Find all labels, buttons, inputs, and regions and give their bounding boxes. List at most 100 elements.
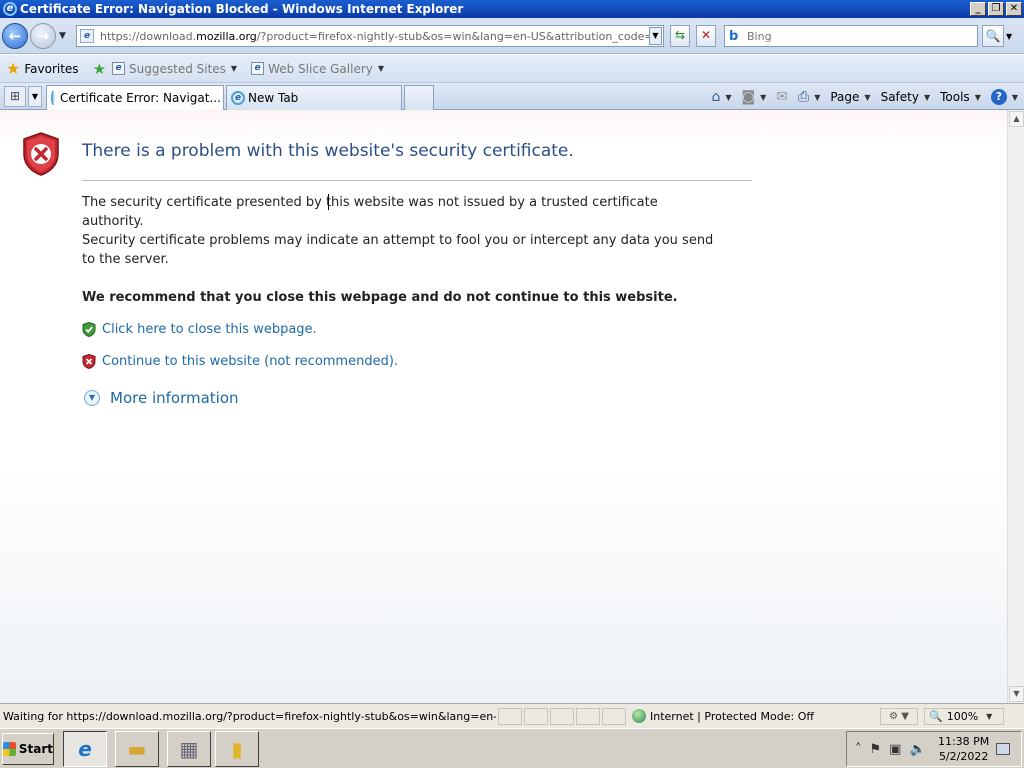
- recent-pages-dropdown-icon[interactable]: ▼: [59, 31, 66, 41]
- text-cursor: [328, 194, 329, 210]
- chevron-down-icon: ▼: [377, 64, 385, 73]
- close-tab-icon[interactable]: ✕: [221, 91, 223, 106]
- chevron-down-icon: ▼: [864, 92, 871, 102]
- favorites-bar: ★ Favorites ★ e Suggested Sites ▼ e Web …: [0, 55, 1024, 83]
- vertical-scrollbar[interactable]: ▲ ▼: [1007, 110, 1024, 703]
- network-icon[interactable]: ▣: [889, 742, 901, 757]
- zoom-icon: 🔍: [929, 709, 943, 723]
- feeds-button[interactable]: ◙ ▼: [742, 89, 767, 105]
- chevron-down-icon: ▼: [986, 711, 993, 721]
- bing-icon: b: [729, 28, 739, 44]
- chevron-down-icon: ▼: [814, 92, 821, 102]
- ie-tab-icon: e: [231, 91, 245, 105]
- page-icon: e: [80, 29, 94, 43]
- chevron-down-icon: ▼: [923, 92, 931, 102]
- error-shield-icon: [23, 132, 59, 176]
- web-slice-gallery-button[interactable]: e Web Slice Gallery ▼: [251, 62, 384, 76]
- status-pane: [498, 707, 522, 725]
- close-window-button[interactable]: ✕: [1006, 2, 1022, 16]
- taskbar-internet-explorer[interactable]: e: [63, 731, 107, 767]
- new-tab-button[interactable]: [404, 85, 434, 110]
- show-hidden-icons-icon[interactable]: ˄: [855, 742, 862, 757]
- chevron-down-icon: ▼: [974, 92, 981, 102]
- tab-new-tab[interactable]: e New Tab: [226, 85, 402, 110]
- minimize-button[interactable]: _: [970, 2, 986, 16]
- help-menu[interactable]: ? ▼: [990, 89, 1018, 105]
- printer-icon: ⎙: [798, 89, 810, 105]
- page-content: There is a problem with this website's s…: [0, 110, 1007, 703]
- status-text: Waiting for https://download.mozilla.org…: [3, 709, 496, 723]
- rss-icon: ◙: [741, 89, 756, 105]
- home-button[interactable]: ⌂ ▼: [711, 89, 731, 105]
- continue-website-link[interactable]: Continue to this website (not recommende…: [82, 354, 398, 369]
- show-desktop-icon[interactable]: [995, 743, 1010, 755]
- clock[interactable]: 11:38 PM 5/2/2022: [936, 734, 992, 764]
- search-options-dropdown-icon[interactable]: ▼: [1006, 32, 1012, 41]
- scroll-up-icon[interactable]: ▲: [1009, 111, 1024, 127]
- status-pane: [576, 707, 600, 725]
- back-button[interactable]: ←: [2, 23, 28, 49]
- server-manager-icon: ▦: [179, 737, 199, 761]
- scroll-down-icon[interactable]: ▼: [1009, 686, 1024, 702]
- mail-icon: ✉: [776, 89, 788, 105]
- search-box[interactable]: b: [724, 25, 978, 47]
- chevron-down-icon: ▼: [725, 92, 732, 102]
- loading-icon: [51, 91, 55, 105]
- add-to-favorites-bar-icon[interactable]: ★: [93, 60, 106, 78]
- window-title: Certificate Error: Navigation Blocked - …: [20, 2, 464, 16]
- system-tray: ˄ ⚑ ▣ 🔈 11:38 PM 5/2/2022: [846, 731, 1022, 767]
- print-button[interactable]: ⎙ ▼: [798, 89, 820, 105]
- protected-mode-icon[interactable]: ⚙ ▼: [880, 707, 918, 725]
- search-input[interactable]: [747, 29, 947, 43]
- forward-button[interactable]: →: [30, 23, 56, 49]
- zoom-control[interactable]: 🔍 100% ▼: [924, 707, 1004, 725]
- taskbar-file-explorer[interactable]: ▬: [115, 731, 159, 767]
- windows-logo-icon: [3, 742, 16, 756]
- red-shield-icon: [82, 354, 96, 369]
- more-information-toggle[interactable]: ▼ More information: [84, 389, 239, 407]
- folder-icon: ▬: [127, 737, 147, 761]
- safety-menu[interactable]: Safety ▼: [881, 90, 931, 104]
- explanation-text: The security certificate presented by th…: [82, 195, 658, 229]
- stop-button[interactable]: ✕: [696, 25, 716, 47]
- favorites-button[interactable]: ★ Favorites: [6, 59, 79, 78]
- taskbar-server-manager[interactable]: ▦: [167, 731, 211, 767]
- tab-list-dropdown-icon[interactable]: ▼: [28, 86, 42, 107]
- suggested-sites-button[interactable]: e Suggested Sites ▼: [112, 62, 237, 76]
- suggested-sites-icon: e: [112, 62, 126, 75]
- security-zone[interactable]: Internet | Protected Mode: Off: [632, 709, 880, 723]
- divider: [82, 180, 752, 181]
- green-shield-icon: [82, 322, 96, 337]
- address-url[interactable]: https://download.mozilla.org/?product=fi…: [100, 30, 649, 43]
- start-button[interactable]: Start: [2, 733, 54, 765]
- search-go-button[interactable]: 🔍: [982, 25, 1004, 47]
- chevron-down-icon: ▼: [1011, 92, 1018, 102]
- internet-explorer-icon: e: [78, 737, 92, 761]
- address-toolbar: ← → ▼ e https://download.mozilla.org/?pr…: [0, 18, 1024, 54]
- expand-chevron-icon: ▼: [84, 390, 100, 406]
- recommendation-text: We recommend that you close this webpage…: [82, 290, 678, 305]
- ie-window: e Certificate Error: Navigation Blocked …: [0, 0, 1024, 728]
- taskbar-app[interactable]: ▮: [215, 731, 259, 767]
- page-title: There is a problem with this website's s…: [82, 141, 574, 161]
- read-mail-button[interactable]: ✉: [776, 89, 788, 105]
- close-webpage-link[interactable]: Click here to close this webpage.: [82, 322, 317, 337]
- tab-certificate-error[interactable]: Certificate Error: Navigat... ✕: [46, 85, 224, 110]
- action-center-flag-icon[interactable]: ⚑: [870, 742, 882, 757]
- page-menu[interactable]: Page ▼: [830, 90, 870, 104]
- favorites-star-icon: ★: [6, 59, 21, 78]
- home-icon: ⌂: [711, 89, 721, 105]
- refresh-button[interactable]: ⇆: [670, 25, 690, 47]
- tab-bar: ⊞ ▼ Certificate Error: Navigat... ✕ e Ne…: [0, 83, 1024, 110]
- chevron-down-icon: ▼: [230, 64, 238, 73]
- risk-text: Security certificate problems may indica…: [82, 233, 714, 267]
- address-field[interactable]: e https://download.mozilla.org/?product=…: [76, 25, 664, 47]
- ie-logo-icon: e: [3, 2, 17, 16]
- globe-icon: [632, 709, 646, 723]
- address-dropdown-icon[interactable]: ▼: [649, 27, 662, 45]
- help-icon: ?: [990, 89, 1007, 105]
- volume-muted-icon[interactable]: 🔈: [909, 742, 925, 757]
- restore-button[interactable]: ❐: [988, 2, 1004, 16]
- quick-tabs-icon[interactable]: ⊞: [4, 86, 26, 107]
- tools-menu[interactable]: Tools ▼: [940, 90, 981, 104]
